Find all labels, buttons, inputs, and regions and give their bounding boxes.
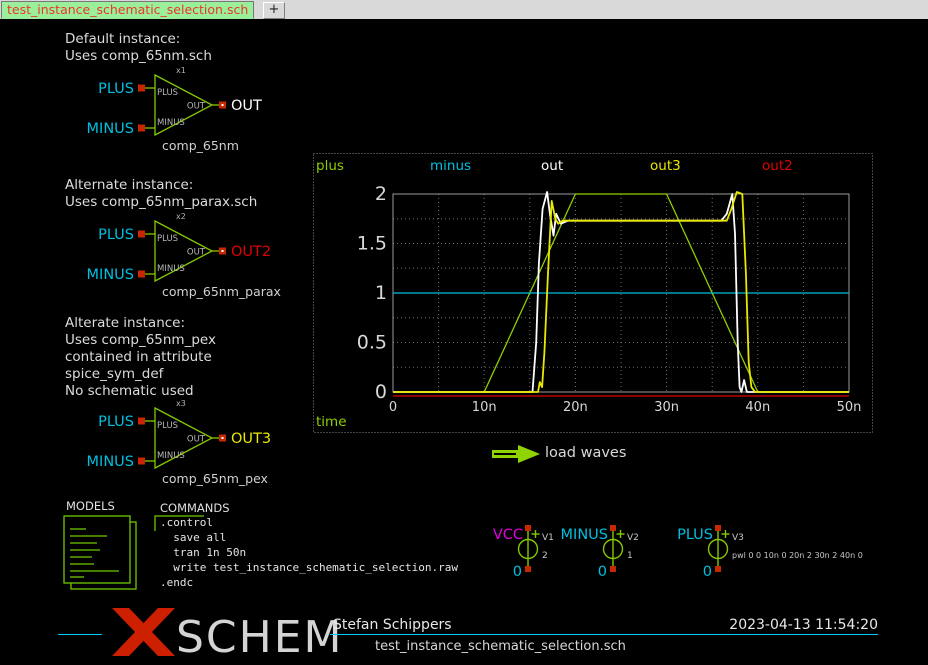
spice-commands[interactable]: .control save all tran 1n 50n write test… [160, 515, 458, 590]
source-net-label: PLUS [677, 527, 713, 543]
load-waves-arrow-icon[interactable] [492, 444, 546, 464]
net-label-out: OUT2 [231, 244, 271, 260]
designator: x3 [176, 399, 186, 408]
pin-plus[interactable] [138, 231, 145, 238]
pin-bottom[interactable] [715, 566, 721, 572]
x-tick-label: 10n [472, 400, 497, 415]
pin-top[interactable] [715, 525, 721, 531]
svg-text:PLUS: PLUS [157, 421, 178, 431]
net-label-minus: MINUS [87, 454, 134, 470]
designator: x2 [176, 212, 186, 221]
commands-label: COMMANDS [160, 501, 230, 515]
pin-top[interactable] [525, 525, 531, 531]
voltage-source-plus[interactable]: PLUS 0 V3 pwl 0 0 10n 0 20n 2 30n 2 40n … [648, 518, 928, 580]
comparator-symbol-x3[interactable]: PLUS MINUS OUT3 x3 PLUS MINUS OUT comp_6… [100, 397, 310, 492]
y-tick-label: 1.5 [357, 233, 387, 255]
legend-out2: out2 [762, 158, 793, 174]
comparator-symbol-x2[interactable]: PLUS MINUS OUT2 x2 PLUS MINUS OUT comp_6… [100, 210, 310, 305]
net-label-plus: PLUS [98, 414, 134, 430]
instance2-heading: Alternate instance:Uses comp_65nm_parax.… [65, 177, 257, 210]
load-waves-label[interactable]: load waves [545, 445, 626, 461]
svg-text:PLUS: PLUS [157, 88, 178, 98]
net-label-out: OUT3 [231, 431, 271, 447]
ground-label: 0 [597, 564, 606, 580]
x-tick-label: 0 [389, 400, 397, 415]
xschem-logo-x [108, 604, 183, 662]
ground-label: 0 [702, 564, 711, 580]
ground-label: 0 [512, 564, 521, 580]
instance1-heading: Default instance:Uses comp_65nm.sch [65, 31, 212, 64]
timestamp: 2023-04-13 11:54:20 [650, 617, 878, 633]
schematic-tab[interactable]: test_instance_schematic_selection.sch [1, 1, 254, 19]
net-label-minus: MINUS [87, 121, 134, 137]
svg-text:MINUS: MINUS [157, 451, 185, 461]
x-tick-label: 20n [563, 400, 588, 415]
pin-bottom[interactable] [610, 566, 616, 572]
schematic-title: test_instance_schematic_selection.sch [375, 639, 626, 654]
source-designator: V3 [732, 533, 744, 543]
comparator-symbol-x1[interactable]: PLUS MINUS OUT x1 PLUS MINUS OUT comp_65… [100, 64, 310, 159]
waveform-graph[interactable]: 2 1.5 1 0.5 00 10n 20n 30n 40n 50n time plus minus ou… [313, 153, 873, 433]
pin-plus[interactable] [138, 85, 145, 92]
y-tick-label: 2 [375, 183, 387, 205]
cell-name: comp_65nm [162, 138, 239, 153]
author-name: Stefan Schippers [333, 617, 452, 633]
legend-minus: minus [430, 158, 471, 174]
pin-bottom[interactable] [525, 566, 531, 572]
pin-minus[interactable] [138, 271, 145, 278]
net-label-plus: PLUS [98, 81, 134, 97]
new-tab-button[interactable]: + [263, 2, 285, 19]
source-value: 1 [627, 551, 633, 561]
svg-text:OUT: OUT [187, 248, 206, 258]
svg-text:MINUS: MINUS [157, 118, 185, 128]
y-tick-label: 1 [375, 282, 387, 304]
xschem-canvas: test_instance_schematic_selection.sch + … [0, 0, 928, 665]
source-net-label: MINUS [560, 527, 607, 543]
cell-name: comp_65nm_parax [162, 284, 281, 299]
tab-bar: test_instance_schematic_selection.sch + [0, 0, 928, 19]
svg-text:OUT: OUT [187, 102, 206, 112]
legend-plus: plus [316, 158, 344, 174]
y-tick-label: 0 [375, 381, 387, 403]
source-designator: V2 [627, 533, 639, 543]
models-icon[interactable] [60, 510, 155, 600]
svg-text:PLUS: PLUS [157, 234, 178, 244]
instance3-heading: Alterate instance:Uses comp_65nm_pex con… [65, 315, 216, 400]
source-value: pwl 0 0 10n 0 20n 2 30n 2 40n 0 [732, 551, 863, 560]
x-axis-label: time [316, 414, 347, 430]
pin-minus[interactable] [138, 458, 145, 465]
source-net-label: VCC [492, 527, 522, 543]
cell-name: comp_65nm_pex [162, 471, 268, 486]
designator: x1 [176, 66, 186, 75]
net-label-plus: PLUS [98, 227, 134, 243]
xschem-logo-text: SCHEM [176, 612, 344, 663]
footer-underline [330, 634, 878, 635]
x-tick-label: 30n [654, 400, 679, 415]
legend-out: out [541, 158, 563, 174]
pin-minus[interactable] [138, 125, 145, 132]
pin-plus[interactable] [138, 418, 145, 425]
svg-text:MINUS: MINUS [157, 264, 185, 274]
y-tick-label: 0.5 [357, 332, 387, 354]
svg-text:OUT: OUT [187, 435, 206, 445]
pin-top[interactable] [610, 525, 616, 531]
net-label-out: OUT [231, 98, 262, 114]
footer-left-line [58, 634, 102, 635]
net-label-minus: MINUS [87, 267, 134, 283]
x-tick-label: 40n [745, 400, 770, 415]
legend-out3: out3 [650, 158, 681, 174]
x-tick-label: 50n [837, 400, 862, 415]
